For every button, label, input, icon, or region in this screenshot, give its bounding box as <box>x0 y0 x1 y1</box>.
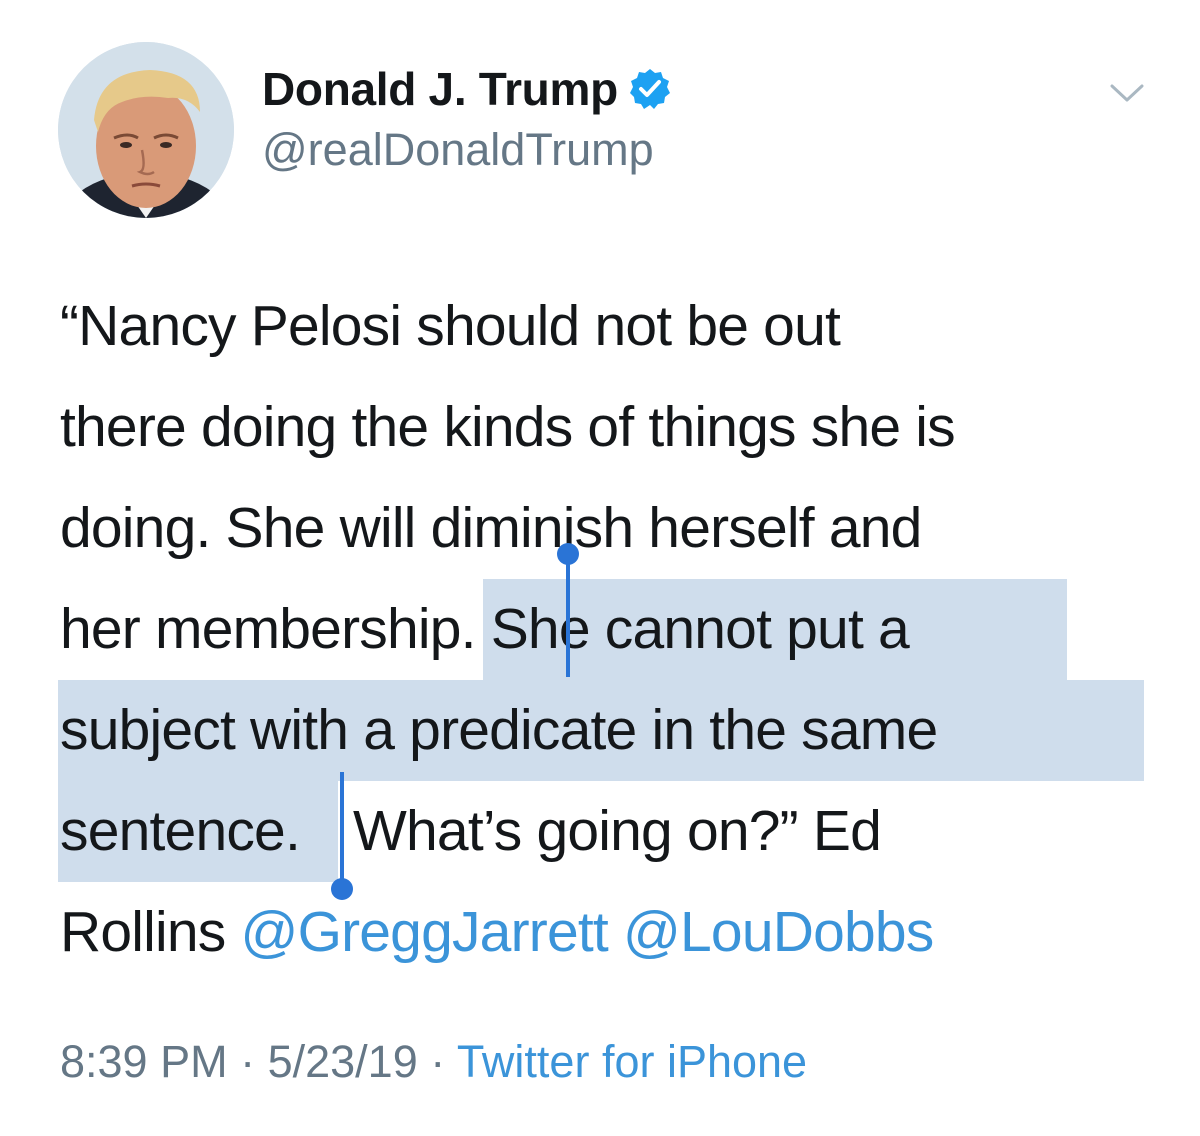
avatar[interactable] <box>58 42 234 218</box>
tweet-time[interactable]: 8:39 PM <box>60 1036 228 1087</box>
tweet-line: Rollins @GreggJarrett @LouDobbs <box>60 882 1160 983</box>
tweet-text-segment: there doing the kinds of things she is <box>60 395 956 459</box>
selection-start-handle[interactable] <box>557 543 579 565</box>
text-selection[interactable]: sentence. <box>58 781 338 882</box>
selection-end-handle[interactable] <box>331 878 353 900</box>
tweet-text[interactable]: “Nancy Pelosi should not be out there do… <box>58 276 1160 983</box>
tweet-line: there doing the kinds of things she is <box>60 377 1160 478</box>
selection-start-caret <box>566 563 570 677</box>
tweet-line: subject with a predicate in the same <box>58 680 1160 781</box>
tweet-line: sentence. What’s going on?” Ed <box>58 781 1160 882</box>
text-selection[interactable]: subject with a predicate in the same <box>58 680 1144 781</box>
tweet-card: Donald J. Trump @realDonaldTrump “Nancy … <box>0 0 1200 1136</box>
chevron-down-icon[interactable] <box>1108 78 1146 106</box>
mention-link[interactable]: @GreggJarrett <box>241 900 609 964</box>
tweet-text-segment: What’s going on?” Ed <box>338 799 882 863</box>
author-name-row[interactable]: Donald J. Trump <box>262 62 672 116</box>
display-name[interactable]: Donald J. Trump <box>262 62 618 116</box>
author-handle[interactable]: @realDonaldTrump <box>262 124 654 176</box>
text-selection[interactable]: She cannot put a <box>482 579 1067 680</box>
meta-separator: · <box>227 1036 268 1087</box>
meta-separator: · <box>417 1036 457 1087</box>
mention-link[interactable]: @LouDobbs <box>623 900 934 964</box>
tweet-line: doing. She will diminish herself and <box>60 478 1160 579</box>
tweet-date[interactable]: 5/23/19 <box>268 1036 418 1087</box>
tweet-text-segment: Rollins <box>60 900 241 964</box>
selection-end-caret <box>340 772 344 880</box>
tweet-text-segment: “Nancy Pelosi should not be out <box>60 294 841 358</box>
tweet-meta: 8:39 PM · 5/23/19 · Twitter for iPhone <box>60 1036 807 1088</box>
tweet-source-link[interactable]: Twitter for iPhone <box>457 1036 807 1087</box>
tweet-line: her membership. She cannot put a <box>60 579 1160 680</box>
verified-badge-icon <box>628 67 672 111</box>
tweet-text-segment: her membership. <box>60 597 491 661</box>
tweet-text-segment: doing. She will diminish herself and <box>60 496 922 560</box>
tweet-line: “Nancy Pelosi should not be out <box>60 276 1160 377</box>
